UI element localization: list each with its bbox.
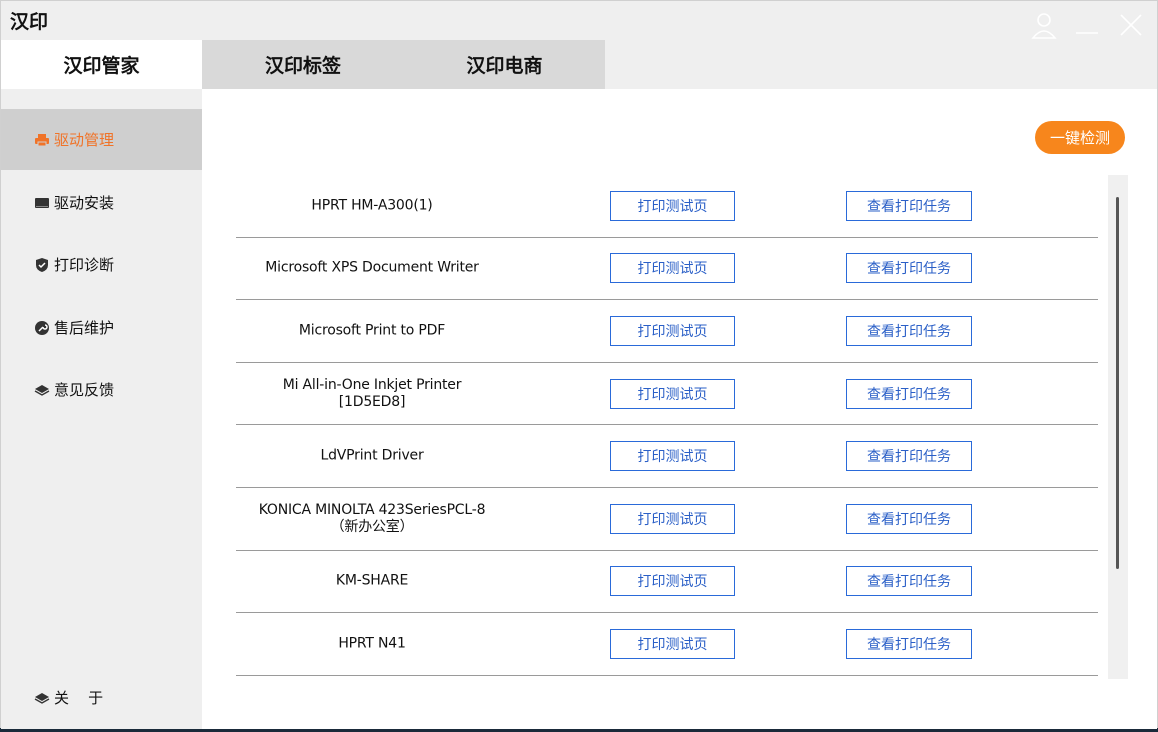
view-print-jobs-button[interactable]: 查看打印任务 [846, 190, 972, 221]
shield-icon [34, 257, 50, 273]
view-print-jobs-button[interactable]: 查看打印任务 [846, 566, 972, 597]
app-title: 汉印 [10, 11, 49, 33]
one-click-detect-button[interactable]: 一键检测 [1035, 121, 1125, 154]
view-print-jobs-button[interactable]: 查看打印任务 [846, 441, 972, 472]
print-test-page-button[interactable]: 打印测试页 [610, 378, 735, 409]
table-row: LdVPrint Driver 打印测试页 查看打印任务 [236, 425, 1098, 488]
close-icon[interactable] [1118, 11, 1144, 39]
layers-icon [34, 382, 50, 398]
drive-icon [34, 195, 50, 211]
print-test-page-button[interactable]: 打印测试页 [610, 566, 735, 597]
view-print-jobs-button[interactable]: 查看打印任务 [846, 253, 972, 284]
main-content: 一键检测 HPRT HM-A300(1) 打印测试页 查看打印任务 Micros… [202, 89, 1157, 729]
printer-name: HPRT HM-A300(1) [311, 197, 433, 214]
table-row: Microsoft Print to PDF 打印测试页 查看打印任务 [236, 300, 1098, 363]
printer-name: Microsoft Print to PDF [298, 322, 446, 339]
sidebar-item-driver-management[interactable]: 驱动管理 [1, 109, 202, 170]
scrollbar[interactable] [1108, 175, 1128, 679]
print-test-page-button[interactable]: 打印测试页 [610, 190, 735, 221]
print-test-page-button[interactable]: 打印测试页 [610, 628, 735, 659]
printer-name: KONICA MINOLTA 423SeriesPCL-8 （新办公室） [258, 501, 486, 535]
printer-name: Microsoft XPS Document Writer [265, 259, 479, 276]
title-bar: 汉印 [1, 1, 1157, 40]
sidebar-item-print-diagnosis[interactable]: 打印诊断 [1, 234, 202, 295]
printer-name: KM-SHARE [335, 572, 409, 589]
sidebar: 驱动管理 驱动安装 打印诊断 售后维护 意见反馈 关 于 [1, 89, 202, 729]
printer-icon [34, 132, 50, 148]
about-item[interactable]: 关 于 [34, 687, 103, 708]
sidebar-item-feedback[interactable]: 意见反馈 [1, 359, 202, 420]
tab-hanyin-label[interactable]: 汉印标签 [202, 40, 404, 89]
print-test-page-button[interactable]: 打印测试页 [610, 441, 735, 472]
table-row: KONICA MINOLTA 423SeriesPCL-8 （新办公室） 打印测… [236, 488, 1098, 551]
print-test-page-button[interactable]: 打印测试页 [610, 503, 735, 534]
sidebar-item-label: 驱动安装 [54, 194, 115, 212]
view-print-jobs-button[interactable]: 查看打印任务 [846, 503, 972, 534]
table-row: Microsoft XPS Document Writer 打印测试页 查看打印… [236, 238, 1098, 301]
table-row: HPRT N41 打印测试页 查看打印任务 [236, 613, 1098, 676]
table-row: Mi All-in-One Inkjet Printer [1D5ED8] 打印… [236, 363, 1098, 426]
tab-hanyin-ecommerce[interactable]: 汉印电商 [404, 40, 605, 89]
table-row: HPRT HM-A300(1) 打印测试页 查看打印任务 [236, 175, 1098, 238]
sidebar-item-label: 售后维护 [54, 319, 115, 337]
about-label: 关 于 [54, 689, 104, 707]
tab-bar: 汉印管家 汉印标签 汉印电商 [1, 40, 605, 89]
view-print-jobs-button[interactable]: 查看打印任务 [846, 315, 972, 346]
sidebar-item-label: 意见反馈 [54, 381, 115, 399]
minimize-icon[interactable] [1074, 11, 1100, 39]
print-test-page-button[interactable]: 打印测试页 [610, 315, 735, 346]
printer-name: LdVPrint Driver [320, 447, 424, 464]
sidebar-item-label: 驱动管理 [54, 131, 115, 149]
sidebar-item-label: 打印诊断 [54, 256, 115, 274]
view-print-jobs-button[interactable]: 查看打印任务 [846, 628, 972, 659]
sidebar-item-after-sales[interactable]: 售后维护 [1, 297, 202, 358]
layers-icon [34, 690, 50, 706]
print-test-page-button[interactable]: 打印测试页 [610, 253, 735, 284]
tab-hanyin-manager[interactable]: 汉印管家 [1, 40, 202, 89]
printer-list: HPRT HM-A300(1) 打印测试页 查看打印任务 Microsoft X… [236, 175, 1098, 676]
user-icon[interactable] [1031, 11, 1057, 39]
printer-name: HPRT N41 [338, 635, 406, 652]
scrollbar-thumb[interactable] [1116, 197, 1119, 569]
view-print-jobs-button[interactable]: 查看打印任务 [846, 378, 972, 409]
wrench-icon [34, 320, 50, 336]
printer-name: Mi All-in-One Inkjet Printer [1D5ED8] [282, 376, 462, 410]
sidebar-item-driver-install[interactable]: 驱动安装 [1, 172, 202, 233]
table-row: KM-SHARE 打印测试页 查看打印任务 [236, 551, 1098, 614]
app-window: 汉印 汉印管家 汉印标签 汉印电商 驱动管理 驱动安装 打印诊断 售后维护 意见… [0, 0, 1158, 729]
